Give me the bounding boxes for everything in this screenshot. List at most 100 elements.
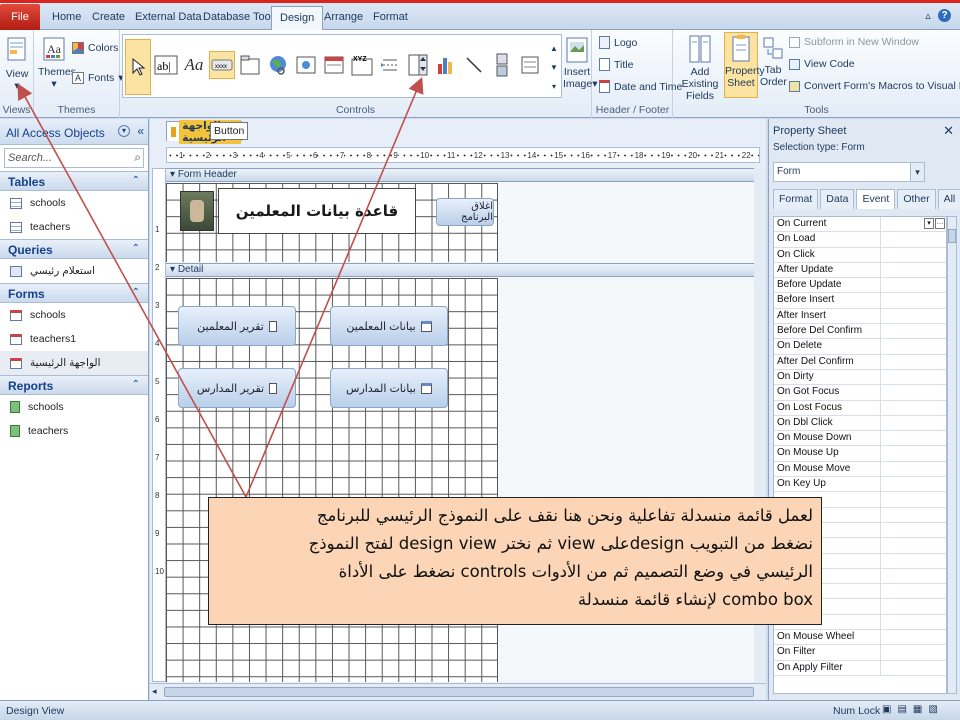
logo-button[interactable]: Logo [599, 36, 637, 49]
property-value[interactable] [881, 431, 946, 445]
property-row[interactable]: Before Del Confirm [774, 324, 946, 340]
themes-button[interactable]: Aa Themes ▾ [38, 36, 76, 90]
collapse-chevron-icon[interactable]: ⌃ [132, 243, 140, 254]
property-row[interactable]: On Delete [774, 339, 946, 355]
property-value[interactable] [881, 523, 946, 537]
chart-icon[interactable] [433, 51, 459, 79]
property-row[interactable]: On Key Up [774, 477, 946, 493]
toggle-button-icon[interactable] [489, 51, 515, 79]
property-value[interactable] [881, 355, 946, 369]
property-value[interactable] [881, 569, 946, 583]
nav-item-table-schools[interactable]: schools [0, 191, 148, 215]
scroll-thumb[interactable] [164, 687, 754, 697]
web-browser-icon[interactable] [293, 51, 319, 79]
button-control-icon[interactable]: xxxx [209, 51, 235, 79]
chevron-down-icon[interactable]: ▾ [910, 163, 924, 181]
property-value[interactable] [881, 263, 946, 277]
property-value[interactable] [881, 630, 946, 644]
property-value[interactable] [881, 416, 946, 430]
property-value[interactable] [881, 385, 946, 399]
builder-icon[interactable]: … [935, 218, 945, 229]
property-row[interactable]: Before Update [774, 278, 946, 294]
property-row[interactable]: After Del Confirm [774, 354, 946, 370]
scroll-left-icon[interactable]: ◂ [152, 686, 157, 697]
property-value[interactable] [881, 645, 946, 659]
view-code-button[interactable]: View Code [789, 58, 855, 70]
gallery-scroll-icon[interactable]: ▲ ▼ ▾ [547, 39, 561, 95]
tab-create[interactable]: Create [84, 6, 133, 30]
property-row[interactable]: After Insert [774, 308, 946, 325]
collapse-chevron-icon[interactable]: ⌃ [132, 379, 140, 390]
property-value[interactable] [881, 615, 946, 629]
title-button[interactable]: Title [599, 58, 633, 71]
search-icon[interactable]: ⌕ [134, 150, 141, 165]
header-title-box[interactable]: قاعدة بيانات المعلمين [218, 188, 416, 234]
property-row[interactable]: Before Insert [774, 293, 946, 309]
property-row[interactable]: On Dbl Click [774, 415, 946, 432]
minimize-ribbon-icon[interactable]: ▵ [921, 9, 935, 23]
tab-order-button[interactable]: Tab Order [760, 36, 787, 88]
line-icon[interactable] [461, 51, 487, 79]
nav-item-form-main[interactable]: الواجهة الرئيسية [0, 351, 148, 375]
property-value[interactable] [881, 538, 946, 552]
property-row[interactable]: On Got Focus [774, 385, 946, 401]
property-value[interactable] [881, 599, 946, 613]
tab-data[interactable]: Data [820, 189, 855, 209]
nav-menu-icon[interactable]: ▾ [118, 125, 130, 137]
chevron-down-icon[interactable]: ▾ [924, 218, 934, 229]
tab-arrange[interactable]: Arrange [316, 6, 371, 30]
object-selector[interactable]: Form ▾ [773, 162, 925, 182]
tab-control-icon[interactable] [237, 51, 263, 79]
tab-all[interactable]: All [937, 189, 960, 209]
nav-section-queries[interactable]: Queries ⌃ [0, 239, 148, 259]
property-row[interactable]: On Mouse Wheel [774, 630, 946, 646]
nav-section-forms[interactable]: Forms ⌃ [0, 283, 148, 303]
collapse-chevron-icon[interactable]: ⌃ [132, 287, 140, 298]
view-button[interactable]: View ▾ [3, 36, 31, 92]
teachers-data-button[interactable]: بيانات المعلمين [330, 306, 448, 346]
help-icon[interactable]: ? [938, 9, 951, 22]
nav-header[interactable]: All Access Objects ▾ « [0, 119, 148, 145]
property-row[interactable]: On Load [774, 232, 946, 248]
property-row[interactable]: On Dirty [774, 369, 946, 386]
nav-section-reports[interactable]: Reports ⌃ [0, 375, 148, 395]
page-break-icon[interactable] [377, 51, 403, 79]
property-value[interactable]: ▾… [881, 217, 946, 231]
property-value[interactable] [881, 339, 946, 353]
option-group-icon[interactable]: XYZ [349, 51, 375, 79]
property-value[interactable] [881, 293, 946, 307]
date-time-button[interactable]: Date and Time [599, 80, 682, 93]
hyperlink-icon[interactable] [265, 51, 291, 79]
property-row[interactable]: After Update [774, 262, 946, 279]
property-value[interactable] [881, 401, 946, 415]
property-row[interactable]: On Click [774, 247, 946, 263]
property-value[interactable] [881, 492, 946, 506]
select-pointer-icon[interactable] [125, 39, 151, 95]
property-row[interactable]: On Mouse Up [774, 446, 946, 462]
teachers-report-button[interactable]: تقرير المعلمين [178, 306, 296, 346]
close-program-button[interactable]: اغلاق البرنامج [436, 198, 494, 226]
schools-report-button[interactable]: تقرير المدارس [178, 368, 296, 408]
nav-section-tables[interactable]: Tables ⌃ [0, 171, 148, 191]
property-value[interactable] [881, 248, 946, 262]
property-row[interactable]: On Mouse Down [774, 431, 946, 447]
nav-item-form-teachers1[interactable]: teachers1 [0, 327, 148, 351]
property-value[interactable] [881, 554, 946, 568]
property-sheet-button[interactable]: Property Sheet [724, 32, 765, 98]
property-scroll-thumb[interactable] [948, 229, 956, 243]
property-row[interactable]: On Apply Filter [774, 660, 946, 676]
label-icon[interactable]: Aa [181, 51, 207, 79]
tab-format[interactable]: Format [365, 6, 416, 30]
property-row[interactable]: On Mouse Move [774, 461, 946, 478]
tab-file[interactable]: File [0, 4, 40, 30]
property-value[interactable] [881, 370, 946, 384]
list-box-icon[interactable] [517, 51, 543, 79]
tab-event[interactable]: Event [856, 189, 896, 209]
collapse-pane-icon[interactable]: « [137, 124, 144, 138]
tab-other[interactable]: Other [897, 189, 936, 209]
view-switch-icons[interactable]: ▣▤▦▧ [882, 704, 944, 715]
property-value[interactable] [881, 278, 946, 292]
property-value[interactable] [881, 661, 946, 675]
insert-image-button[interactable]: Insert Image▾ [563, 36, 597, 90]
nav-item-report-teachers[interactable]: teachers [0, 419, 148, 443]
